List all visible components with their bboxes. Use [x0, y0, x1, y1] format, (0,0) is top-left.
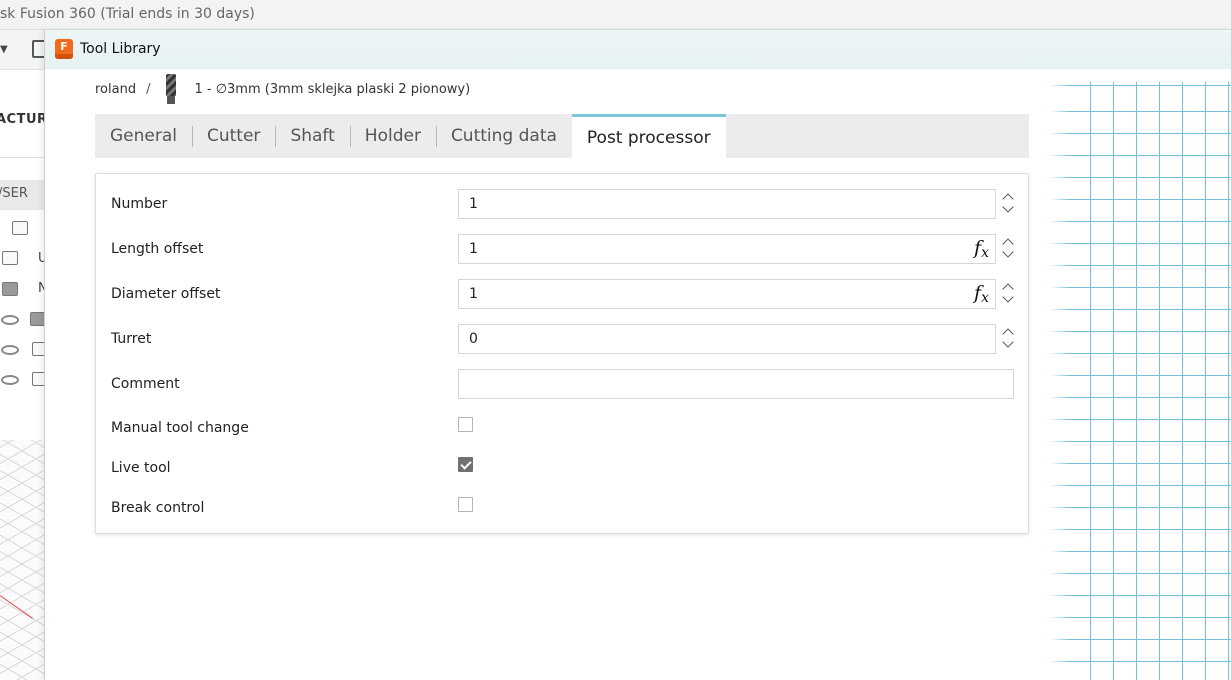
number-spinner[interactable] [1002, 191, 1014, 217]
spin-down-icon[interactable] [1002, 294, 1014, 306]
viewport-canvas[interactable] [0, 440, 44, 680]
app-titlebar: sk Fusion 360 (Trial ends in 30 days) [0, 0, 1231, 30]
diameter-offset-label: Diameter offset [111, 286, 221, 302]
comment-row: Comment [96, 369, 1028, 399]
save-icon[interactable] [32, 40, 44, 58]
folder-icon[interactable] [30, 312, 44, 326]
fusion-logo-icon: F [55, 39, 73, 59]
break-control-checkbox[interactable] [458, 497, 473, 512]
break-control-label: Break control [111, 500, 205, 516]
post-processor-panel: Number 1 Length offset 1 fx Diameter off… [95, 173, 1029, 534]
live-tool-label: Live tool [111, 460, 171, 476]
browser-label[interactable]: /SER [0, 186, 28, 201]
manual-tool-change-checkbox[interactable] [458, 417, 473, 432]
length-offset-input[interactable]: 1 fx [458, 234, 996, 264]
breadcrumb: roland / 1 - ∅3mm (3mm sklejka plaski 2 … [95, 74, 470, 104]
diameter-offset-row: Diameter offset 1 fx [96, 279, 1028, 309]
background-app-panel: ▼ ACTUR /SER U N [0, 30, 44, 680]
tool-library-dialog: F Tool Library roland / 1 - ∅3mm (3mm sk… [44, 30, 1231, 680]
breadcrumb-separator: / [146, 81, 151, 97]
dropdown-arrow-icon[interactable]: ▼ [0, 44, 8, 55]
spin-down-icon[interactable] [1002, 339, 1014, 351]
diameter-offset-spinner[interactable] [1002, 281, 1014, 307]
tool-preview-grid [1050, 82, 1231, 680]
comment-label: Comment [111, 376, 180, 392]
component-icon[interactable] [12, 221, 28, 235]
length-offset-label: Length offset [111, 241, 204, 257]
logo-letter: F [60, 40, 68, 53]
function-fx-icon[interactable]: fx [974, 234, 989, 267]
dialog-title: Tool Library [80, 41, 161, 57]
live-tool-row: Live tool [96, 453, 1028, 483]
length-offset-value: 1 [469, 241, 478, 257]
breadcrumb-tool-name: 1 - ∅3mm (3mm sklejka plaski 2 pionowy) [194, 81, 471, 97]
units-icon[interactable] [2, 251, 18, 265]
tab-holder[interactable]: Holder [349, 114, 436, 158]
tab-general[interactable]: General [95, 114, 192, 158]
number-label: Number [111, 196, 168, 212]
manual-tool-change-row: Manual tool change [96, 413, 1028, 443]
comment-input[interactable] [458, 369, 1014, 399]
diameter-offset-input[interactable]: 1 fx [458, 279, 996, 309]
grid-lines [1050, 82, 1231, 680]
visibility-hidden-icon[interactable] [1, 315, 19, 325]
number-row: Number 1 [96, 189, 1028, 219]
tab-post-processor[interactable]: Post processor [571, 114, 726, 158]
turret-input[interactable]: 0 [458, 324, 996, 354]
number-input[interactable]: 1 [458, 189, 996, 219]
spin-down-icon[interactable] [1002, 204, 1014, 216]
tab-cutting-data[interactable]: Cutting data [435, 114, 572, 158]
background-toolbar: ▼ [0, 30, 44, 70]
browser-header: /SER [0, 180, 44, 210]
turret-label: Turret [111, 331, 152, 347]
folder-icon[interactable] [2, 282, 18, 296]
break-control-row: Break control [96, 493, 1028, 523]
spin-down-icon[interactable] [1002, 249, 1014, 261]
tab-shaft[interactable]: Shaft [275, 114, 349, 158]
length-offset-spinner[interactable] [1002, 236, 1014, 262]
live-tool-checkbox[interactable] [458, 457, 473, 472]
turret-spinner[interactable] [1002, 326, 1014, 352]
turret-row: Turret 0 [96, 324, 1028, 354]
length-offset-row: Length offset 1 fx [96, 234, 1028, 264]
breadcrumb-library-link[interactable]: roland [95, 82, 136, 97]
visibility-eye-icon[interactable] [1, 375, 19, 385]
dialog-titlebar[interactable]: F Tool Library [45, 30, 1231, 69]
flat-end-mill-icon [164, 74, 178, 104]
body-icon[interactable] [32, 342, 44, 356]
app-title: sk Fusion 360 (Trial ends in 30 days) [0, 6, 255, 22]
workspace-label[interactable]: ACTUR [0, 112, 44, 127]
sketch-icon[interactable] [32, 372, 44, 386]
diameter-offset-value: 1 [469, 286, 478, 302]
visibility-eye-icon[interactable] [1, 345, 19, 355]
tab-cutter[interactable]: Cutter [192, 114, 275, 158]
function-fx-icon[interactable]: fx [974, 279, 989, 312]
tab-bar: General Cutter Shaft Holder Cutting data… [95, 114, 1029, 158]
workspace-area: ACTUR [0, 70, 44, 158]
manual-tool-change-label: Manual tool change [111, 420, 249, 436]
